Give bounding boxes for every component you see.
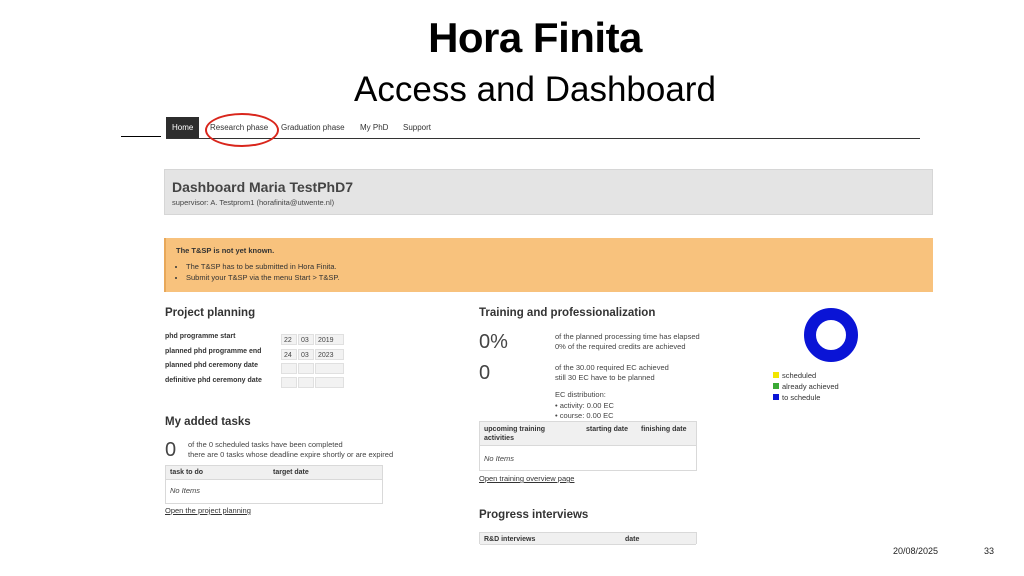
nav-item-support[interactable]: Support [403,117,431,138]
training-percent-line2: 0% of the required credits are achieved [555,342,686,351]
tasks-line1: of the 0 scheduled tasks have been compl… [188,440,343,449]
pp-end-month[interactable]: 03 [298,349,314,360]
slide-date: 20/08/2025 [893,546,939,556]
pp-start-day[interactable]: 22 [281,334,297,345]
alert-item: Submit your T&SP via the menu Start > T&… [186,273,339,282]
alert-title: The T&SP is not yet known. [176,246,275,255]
legend-swatch-scheduled [773,372,779,378]
open-training-overview-link[interactable]: Open training overview page [479,474,574,483]
tasks-table: task to do target date No Items [165,465,383,504]
pp-label-end: planned phd programme end [165,348,262,355]
nav-item-graduation-phase[interactable]: Graduation phase [281,117,345,138]
th-date: date [625,536,640,543]
training-ec: 0 [479,362,491,384]
donut-ring [804,308,858,362]
th-starting-date: starting date [586,426,629,433]
dashboard-header: Dashboard Maria TestPhD7 supervisor: A. … [164,169,933,215]
pp-ceremony-year[interactable] [315,363,344,374]
legend-achieved: already achieved [773,382,839,391]
pp-ceremony-month[interactable] [298,363,314,374]
progress-interviews-title: Progress interviews [479,509,589,521]
project-planning-title: Project planning [165,307,256,319]
ec-distribution-title: EC distribution: [555,390,606,399]
pp-ceremony-day[interactable] [281,363,297,374]
pp-label-ceremony: planned phd ceremony date [165,362,258,369]
ec-distribution-course: • course: 0.00 EC [555,411,614,420]
open-project-planning-link[interactable]: Open the project planning [165,506,251,515]
th-task-to-do: task to do [170,469,204,476]
th-target-date: target date [273,469,309,476]
th-upcoming-training: upcoming training activities [484,426,546,442]
supervisor-text: supervisor: A. Testprom1 (horafinita@utw… [172,198,335,207]
slide-subtitle: Access and Dashboard [354,70,716,109]
pp-definitive-year[interactable] [315,377,344,388]
highlight-ring [205,113,279,147]
slide-title: Hora Finita [428,14,642,61]
tasks-count: 0 [165,439,177,461]
pp-start-year[interactable]: 2019 [315,334,344,345]
pp-start-month[interactable]: 03 [298,334,314,345]
progress-table: R&D interviews date [479,532,697,545]
nav-item-my-phd[interactable]: My PhD [360,117,388,138]
legend-label-to-schedule: to schedule [782,393,821,402]
training-percent-line1: of the planned processing time has elaps… [555,332,700,341]
pp-definitive-month[interactable] [298,377,314,388]
legend-to-schedule: to schedule [773,393,820,402]
ec-distribution-activity: • activity: 0.00 EC [555,401,614,410]
training-title: Training and professionalization [479,307,656,319]
legend-swatch-achieved [773,383,779,389]
training-ec-line2: still 30 EC have to be planned [555,373,655,382]
tasks-line2: there are 0 tasks whose deadline expire … [188,450,394,459]
dashboard-title: Dashboard Maria TestPhD7 [172,179,354,195]
training-percent: 0% [479,331,508,353]
th-finishing-date: finishing date [641,426,687,433]
th-rd-interviews: R&D interviews [484,536,536,543]
pp-label-start: phd programme start [165,333,236,340]
legend-scheduled: scheduled [773,371,816,380]
tasks-table-header: task to do target date [166,466,382,480]
legend-label-achieved: already achieved [782,382,839,391]
training-donut-chart [804,308,858,362]
training-table-header: upcoming training activities starting da… [480,422,696,446]
nav-item-home[interactable]: Home [166,117,200,138]
added-tasks-title: My added tasks [165,416,251,428]
page-number: 33 [984,546,995,556]
tsp-alert: The T&SP is not yet known. The T&SP has … [164,238,933,292]
left-rule [121,136,161,137]
legend-label-scheduled: scheduled [782,371,817,380]
pp-end-year[interactable]: 2023 [315,349,344,360]
pp-end-day[interactable]: 24 [281,349,297,360]
legend-swatch-to-schedule [773,394,779,400]
progress-table-header: R&D interviews date [480,533,696,545]
training-no-items: No Items [484,454,515,463]
alert-list: The T&SP has to be submitted in Hora Fin… [176,262,339,284]
training-table: upcoming training activities starting da… [479,421,697,471]
tasks-no-items: No Items [170,486,201,495]
alert-item: The T&SP has to be submitted in Hora Fin… [186,262,339,271]
pp-label-definitive: definitive phd ceremony date [165,377,262,384]
top-navbar: Home Research phase Graduation phase My … [166,117,920,139]
pp-definitive-day[interactable] [281,377,297,388]
training-ec-line1: of the 30.00 required EC achieved [555,363,669,372]
